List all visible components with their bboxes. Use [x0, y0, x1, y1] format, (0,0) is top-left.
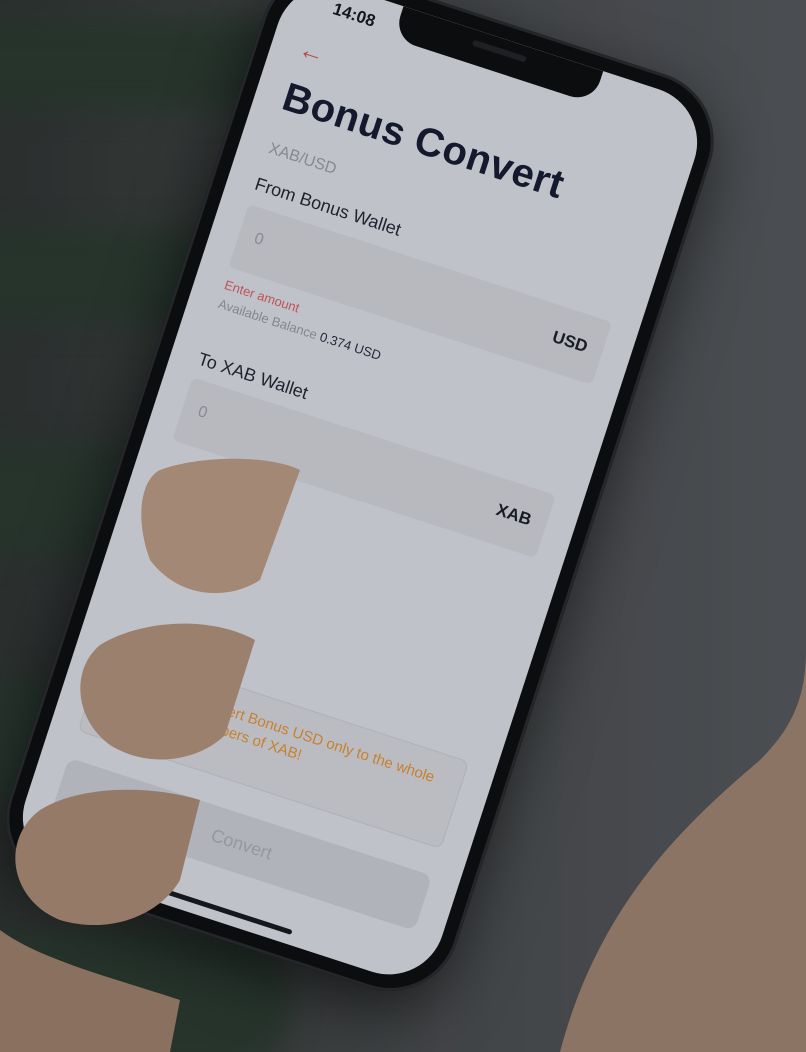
from-amount-value[interactable]: 0 — [252, 230, 266, 250]
from-unit-label: USD — [550, 327, 591, 357]
arrow-left-icon[interactable]: ← — [295, 33, 333, 70]
balance-value: 0.374 USD — [317, 329, 384, 363]
currency-pair: XAB/USD — [266, 140, 339, 178]
status-time: 14:08 — [330, 0, 378, 31]
warning-triangle-icon: ▲ — [111, 666, 131, 688]
speaker-grille — [471, 39, 527, 63]
page-title: Bonus Convert — [277, 74, 570, 208]
to-amount-field[interactable]: 0 XAB — [172, 377, 556, 559]
from-amount-field[interactable]: 0 USD — [228, 204, 613, 385]
warning-text: You can convert Bonus USD only to the wh… — [133, 675, 437, 786]
to-unit-label: XAB — [493, 500, 534, 530]
to-amount-value[interactable]: 0 — [195, 403, 210, 423]
